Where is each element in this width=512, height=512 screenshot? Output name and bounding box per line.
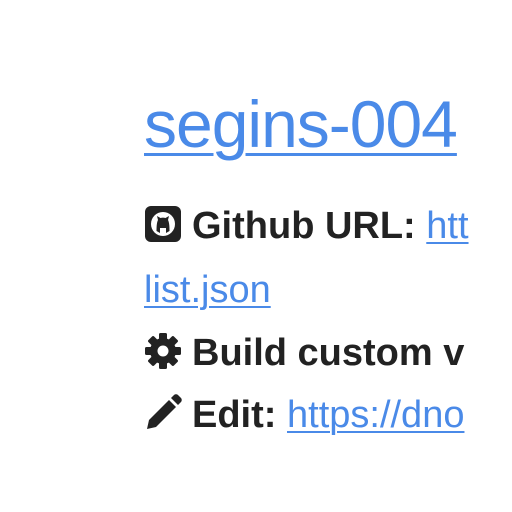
gear-icon — [144, 332, 182, 370]
edit-row: Edit: https://dno — [144, 392, 464, 438]
github-url-row: Github URL: htt — [144, 203, 469, 249]
github-url-label: Github URL: — [192, 205, 416, 247]
edit-label: Edit: — [192, 394, 277, 436]
page-title-link[interactable]: segins-004 — [144, 87, 458, 161]
github-url-link[interactable]: htt — [426, 205, 468, 247]
github-icon — [144, 205, 182, 243]
build-custom-row: Build custom v — [144, 330, 464, 376]
github-url-link-continued[interactable]: list.json — [144, 269, 271, 311]
build-custom-label: Build custom v — [192, 332, 465, 374]
page-title: segins-004 — [144, 84, 458, 164]
edit-url-link[interactable]: https://dno — [287, 394, 464, 436]
github-url-continued-row: list.json — [144, 267, 271, 313]
pencil-icon — [144, 394, 182, 432]
